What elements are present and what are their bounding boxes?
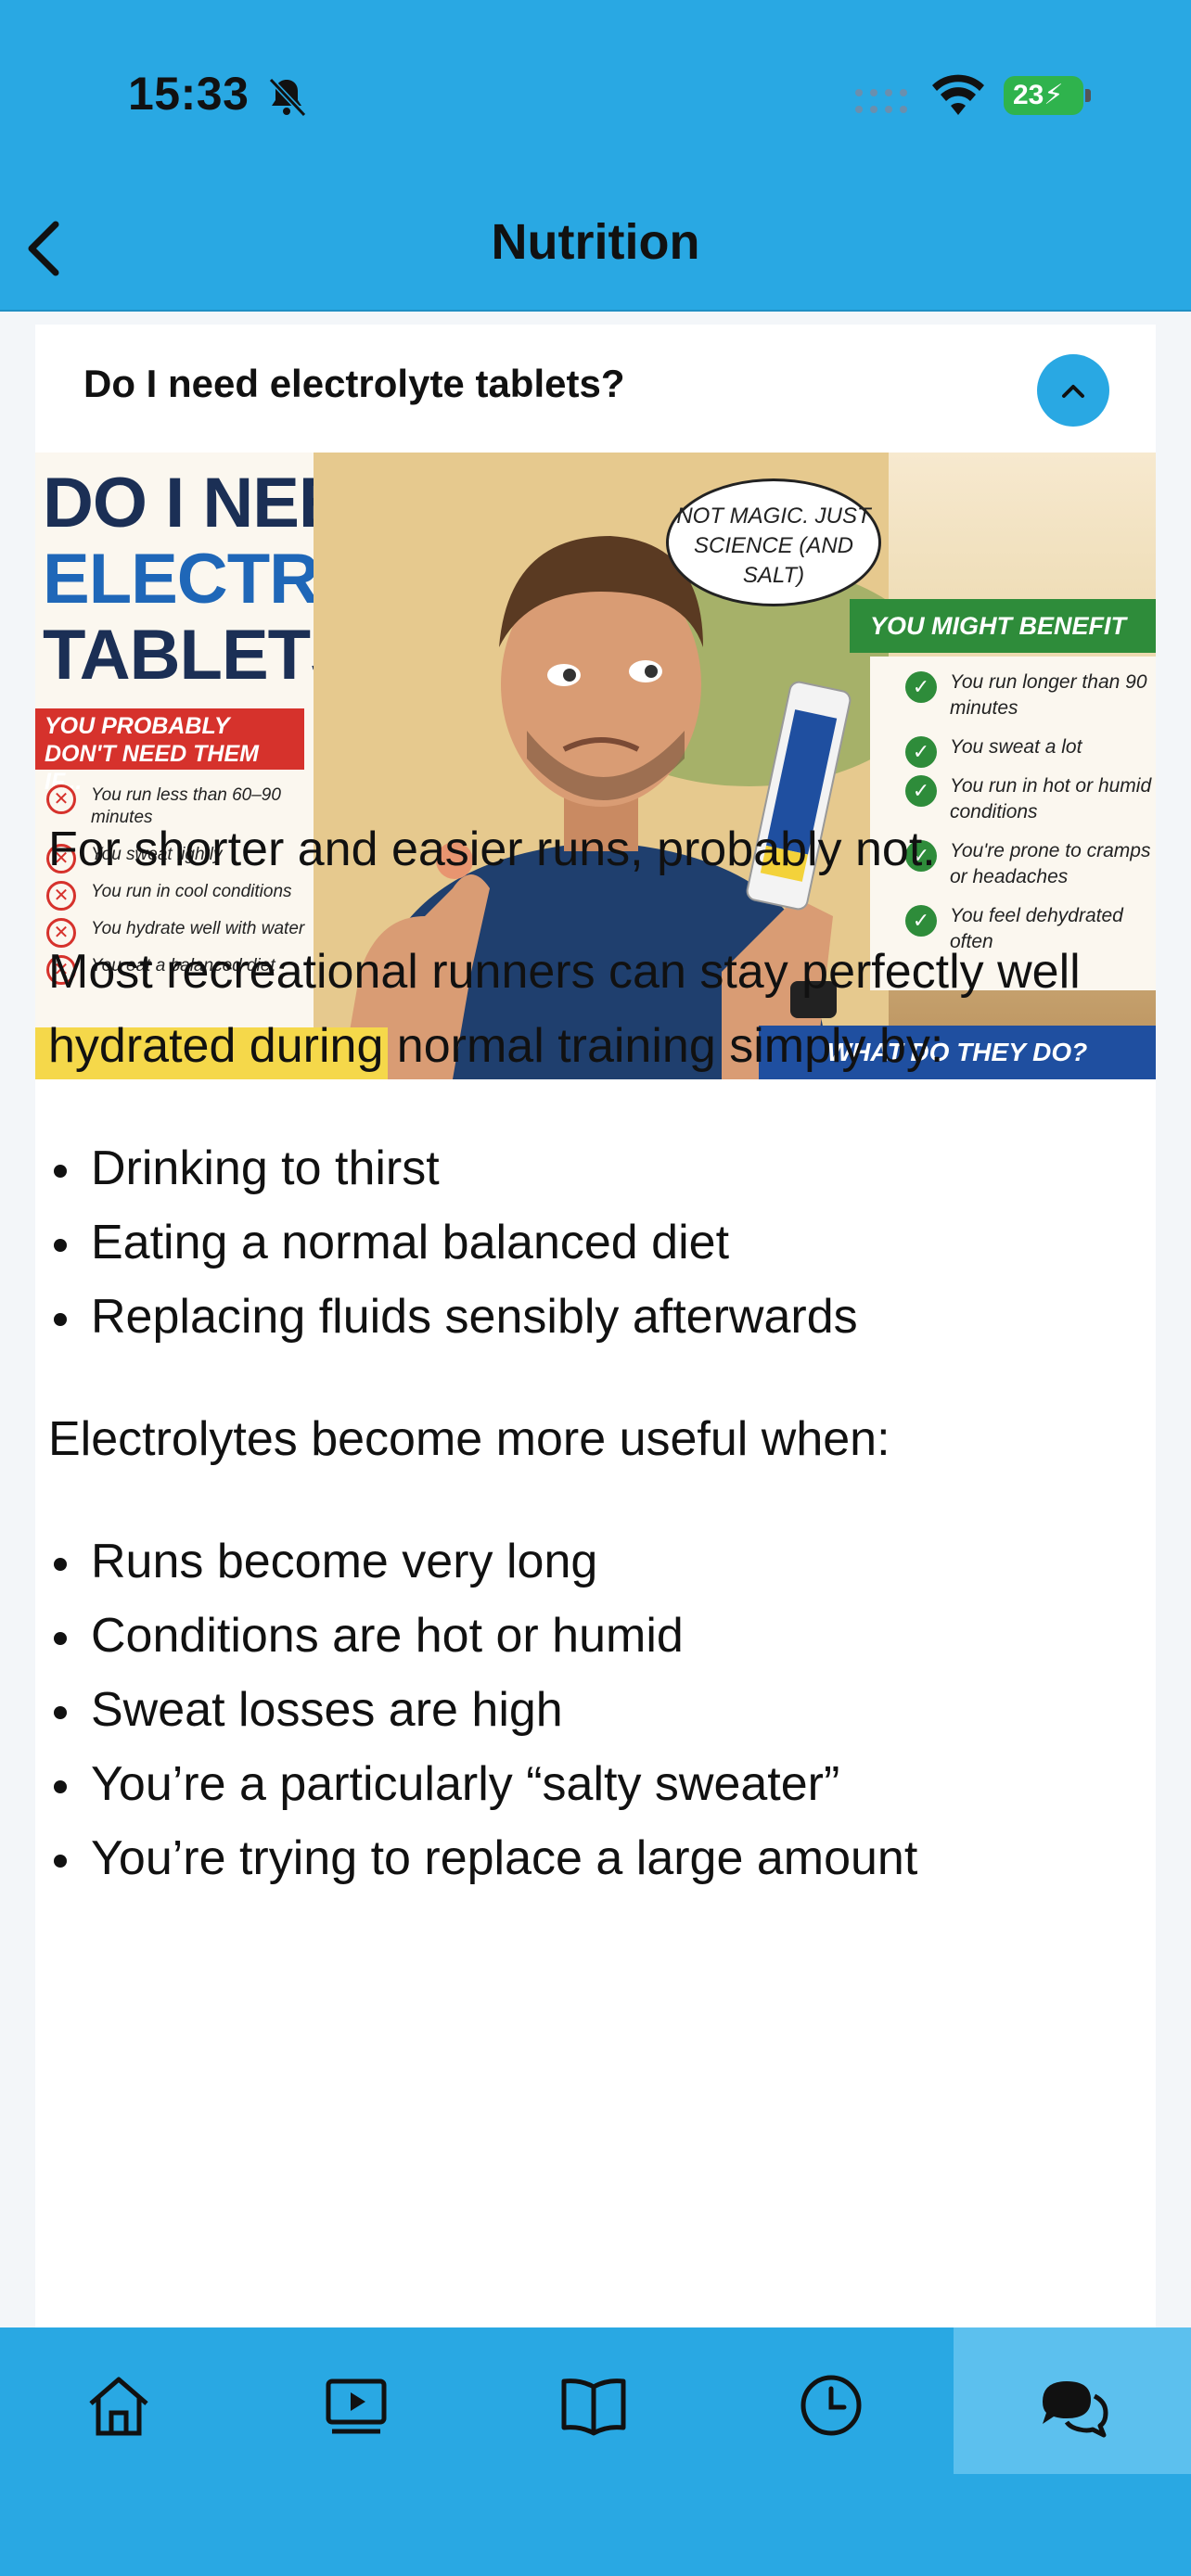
clock-icon (800, 2375, 862, 2436)
answer-paragraph: Most recreational runners can stay perfe… (48, 945, 1081, 1073)
x-icon: ✕ (46, 784, 76, 814)
list-item: You’re a particularly “salty sweater” (48, 1747, 1087, 1821)
answer-intro: For shorter and easier runs, probably no… (48, 823, 936, 876)
benefit-text: You sweat a lot (950, 736, 1082, 758)
tab-home[interactable] (0, 2327, 237, 2474)
benefit-text: You run longer than 90 minutes (950, 671, 1147, 719)
book-icon (561, 2378, 626, 2436)
answer-paragraph: Electrolytes become more useful when: (48, 1412, 890, 1466)
dont-need-banner: YOU PROBABLY DON'T NEED THEM IF... (35, 708, 304, 795)
battery-tip (1085, 89, 1091, 102)
list-item: Runs become very long (48, 1524, 1087, 1599)
faq-answer: For shorter and easier runs, probably no… (48, 812, 1087, 1944)
tab-videos[interactable] (237, 2327, 475, 2474)
list-item: Replacing fluids sensibly afterwards (48, 1280, 1087, 1354)
hydration-list: Drinking to thirst Eating a normal balan… (48, 1131, 1087, 1354)
chevron-up-icon (1062, 385, 1084, 398)
list-item: Sweat losses are high (48, 1673, 1087, 1747)
chat-icon (1043, 2381, 1108, 2438)
tab-bar (0, 2327, 1191, 2576)
benefit-item: ✓ You run longer than 90 minutes (905, 670, 1154, 721)
wifi-icon (932, 74, 984, 115)
list-item: Conditions are hot or humid (48, 1599, 1087, 1673)
list-item: Drinking to thirst (48, 1131, 1087, 1205)
thought-bubble: NOT MAGIC. JUST SCIENCE (AND SALT) (666, 478, 881, 606)
battery-level: 23 (1013, 80, 1044, 110)
electrolyte-conditions-list: Runs become very long Conditions are hot… (48, 1524, 1087, 1895)
page-title: Nutrition (491, 214, 700, 270)
tab-chat[interactable] (954, 2327, 1191, 2474)
faq-question[interactable]: Do I need electrolyte tablets? (83, 362, 625, 406)
home-icon (89, 2377, 148, 2436)
check-icon: ✓ (905, 775, 937, 807)
charging-icon: ⚡ (1044, 80, 1064, 110)
list-item: Eating a normal balanced diet (48, 1205, 1087, 1280)
header: 15:33 23⚡ Nutrition (0, 0, 1191, 312)
check-icon: ✓ (905, 671, 937, 703)
signal-icon (855, 89, 907, 113)
collapse-button[interactable] (1037, 354, 1109, 427)
list-item: You’re trying to replace a large amount (48, 1821, 1087, 1895)
battery-indicator: 23⚡ (1004, 76, 1083, 115)
might-benefit-banner: YOU MIGHT BENEFIT IF... (850, 599, 1156, 694)
check-icon: ✓ (905, 736, 937, 768)
tab-history[interactable] (712, 2327, 950, 2474)
benefit-item: ✓ You sweat a lot (905, 734, 1154, 768)
bell-off-icon (268, 77, 307, 118)
video-icon (326, 2378, 387, 2434)
tab-library[interactable] (475, 2327, 712, 2474)
status-time: 15:33 (128, 68, 250, 120)
